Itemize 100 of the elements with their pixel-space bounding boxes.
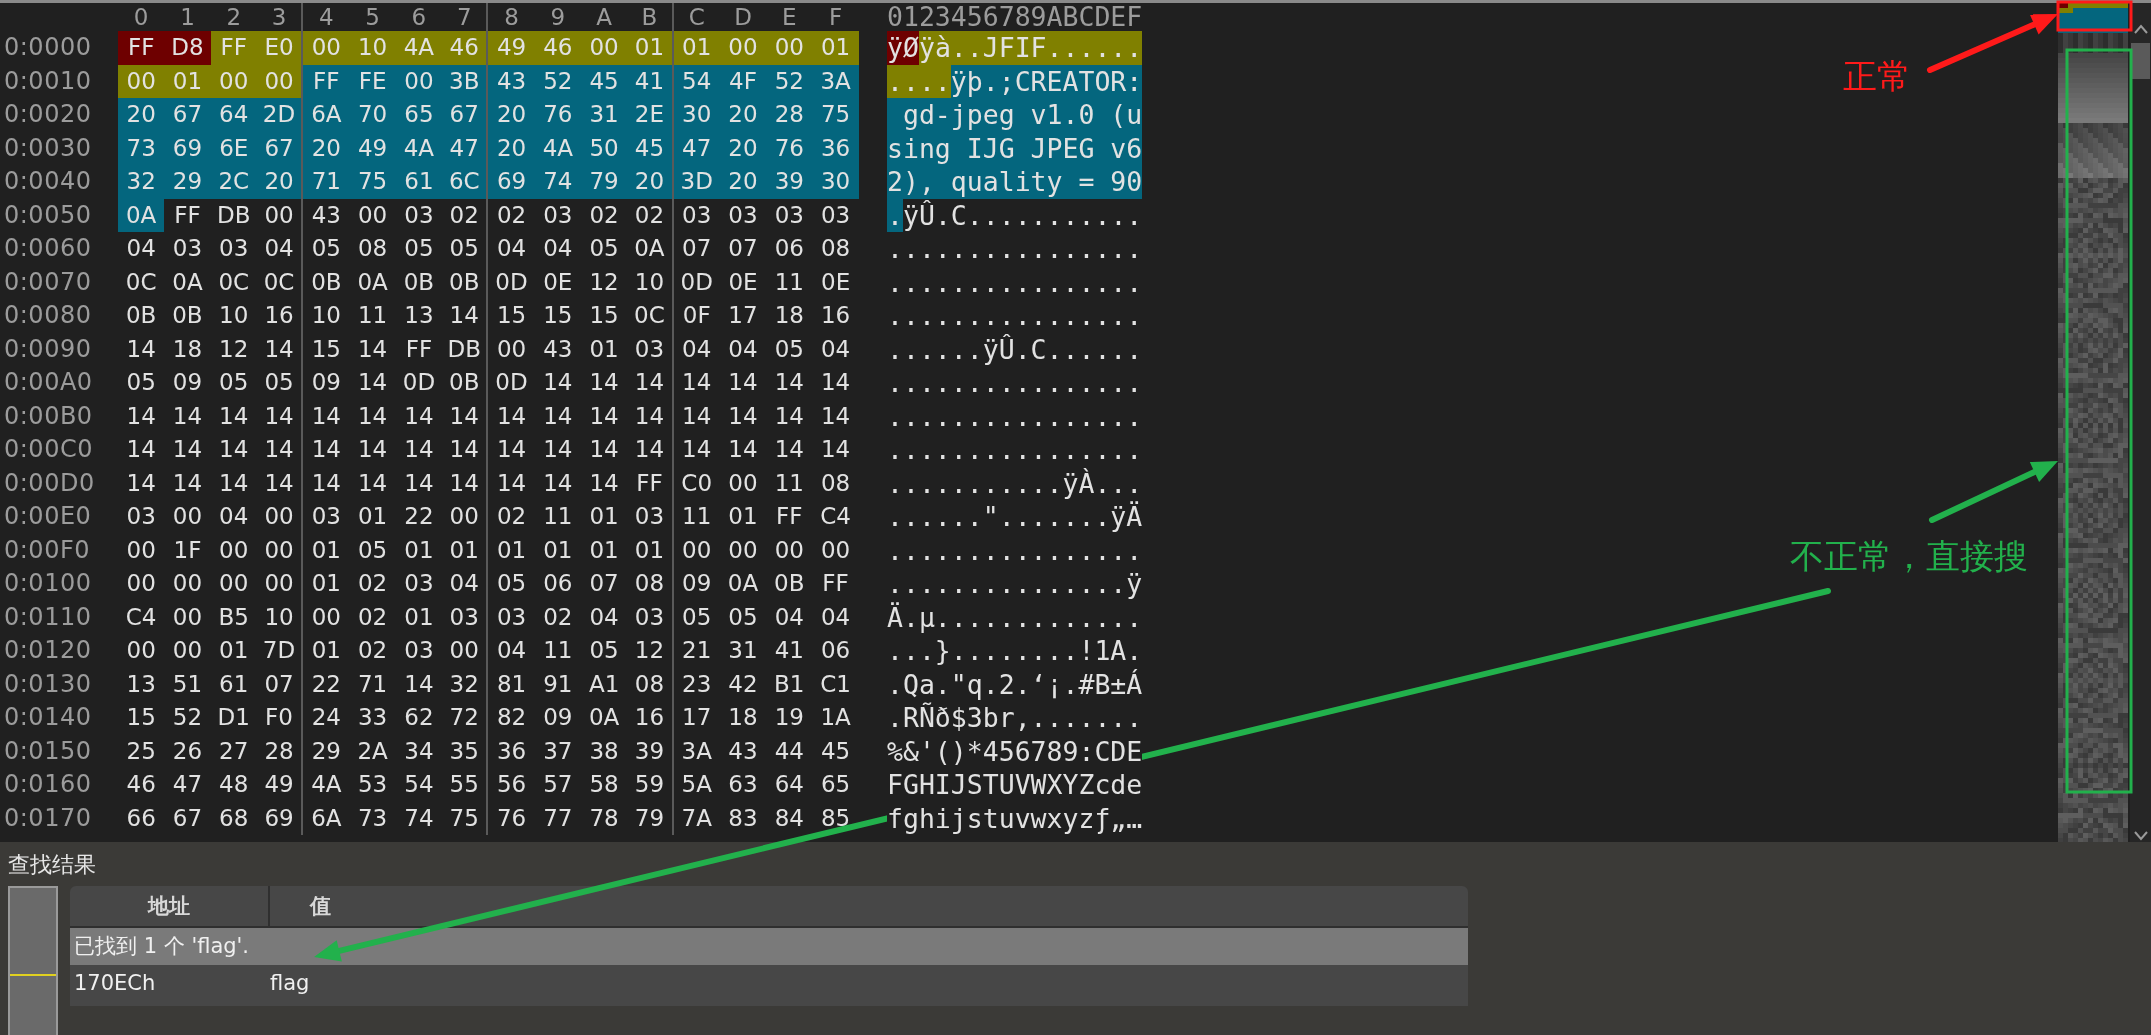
hex-byte: 14 [442, 299, 489, 333]
hex-byte: 20 [310, 133, 342, 163]
hex-byte: 04 [727, 334, 759, 364]
hex-byte: DB [442, 332, 489, 366]
hex-byte: 04 [773, 602, 805, 632]
hex-byte: 64 [773, 770, 805, 799]
hex-byte: 05 [588, 636, 620, 665]
hex-byte: 28 [773, 100, 805, 129]
hex-byte: 14 [495, 401, 528, 431]
hex-byte: 03 [681, 200, 713, 230]
hex-byte: C4 [819, 502, 852, 531]
hex-byte: 0D [401, 368, 437, 397]
hex-byte: 04 [588, 602, 620, 632]
hex-byte: D8 [170, 33, 205, 62]
hex-byte: 03 [442, 600, 489, 634]
hex-byte: 6E [218, 133, 250, 163]
hex-byte: 64 [218, 100, 250, 129]
ascii-text: FGHIJSTUVWXYZcde [887, 768, 1143, 802]
column-header: 9 [549, 3, 567, 31]
hex-byte: 0A [726, 569, 760, 598]
hex-byte: 00 [588, 33, 620, 62]
annotation-label: 不正常，直接搜 [1790, 536, 2028, 576]
table-cell-text: flag [270, 970, 310, 997]
hex-byte: 52 [542, 66, 574, 96]
ascii-text: ÿØ [887, 31, 919, 65]
hex-byte: 01 [357, 502, 389, 531]
hex-byte: 14 [256, 332, 304, 366]
column-header: A [595, 3, 613, 31]
hex-byte: 11 [773, 267, 805, 297]
hex-byte: 01 [442, 533, 489, 567]
hex-byte: 00 [357, 200, 389, 230]
hex-byte: 17 [727, 301, 759, 330]
hex-byte: 29 [310, 736, 342, 766]
hex-byte: 14 [357, 368, 389, 397]
hex-byte: 07 [727, 234, 759, 263]
hex-byte: 14 [819, 368, 852, 397]
hex-byte: 49 [495, 33, 528, 62]
hex-byte: 05 [256, 366, 304, 400]
hex-byte: 00 [819, 535, 852, 565]
row-offset: 0:00A0 [3, 367, 94, 398]
hex-byte: 01 [588, 502, 620, 531]
hex-byte: 14 [542, 401, 574, 431]
row-offset: 0:0130 [3, 668, 93, 700]
hex-byte: 01 [588, 334, 620, 364]
hex-byte: 52 [773, 66, 805, 96]
hex-byte: 14 [403, 435, 435, 464]
hex-byte: 03 [627, 600, 674, 634]
hex-byte: 26 [171, 736, 204, 766]
hex-byte: 3D [679, 167, 714, 196]
hex-byte: 00 [442, 634, 489, 668]
hex-byte: C1 [819, 669, 852, 699]
hex-byte: 0C [256, 265, 304, 299]
hex-byte: 4A [402, 33, 436, 62]
hex-byte: 01 [310, 535, 342, 565]
column-header[interactable]: 地址 [70, 886, 270, 926]
hex-byte: FF [126, 33, 156, 62]
ascii-text: sing IJG JPEG v6 [887, 131, 1143, 165]
hex-byte: FF [404, 334, 434, 364]
hex-byte: 61 [403, 167, 435, 196]
hex-byte: 14 [727, 368, 759, 397]
column-header: 2 [225, 3, 243, 31]
hex-byte: 15 [310, 334, 342, 364]
row-offset: 0:0100 [3, 568, 93, 599]
scroll-thumb[interactable] [2131, 43, 2150, 79]
hex-byte: 05 [357, 535, 389, 565]
hex-byte: 14 [125, 435, 157, 464]
hex-byte: 74 [542, 167, 574, 196]
row-offset: 0:0110 [3, 601, 93, 633]
hex-byte: 20 [727, 167, 759, 196]
column-header: E [781, 3, 798, 31]
hex-byte: 02 [442, 198, 489, 232]
hex-byte: 4A [402, 133, 436, 163]
slider-control[interactable] [8, 886, 58, 1035]
hex-byte: 02 [588, 200, 620, 230]
ascii-text: 2), quality = 90 [887, 165, 1143, 199]
hex-byte: FF [775, 502, 804, 531]
hex-byte: 03 [542, 200, 574, 230]
hex-byte: 22 [310, 669, 342, 699]
hex-byte: 14 [310, 468, 342, 498]
hex-byte: 37 [542, 736, 574, 766]
hex-byte: 04 [495, 636, 528, 665]
hex-byte: 30 [681, 100, 713, 129]
column-header[interactable]: 值 [270, 886, 331, 926]
row-offset: 0:0140 [3, 702, 93, 733]
hex-byte: 00 [125, 636, 157, 665]
hex-byte: 48 [218, 770, 250, 799]
hex-byte: 49 [256, 768, 304, 802]
hex-byte: 0B [442, 265, 489, 299]
hex-byte: 4F [728, 66, 758, 96]
result-row[interactable]: 已找到 1 个 'flag'. [70, 928, 1468, 965]
hex-byte: 20 [627, 165, 674, 199]
hex-byte: 00 [218, 66, 250, 96]
column-header: 6 [410, 3, 428, 31]
hex-byte: 02 [357, 636, 389, 665]
hex-byte: 00 [310, 33, 342, 62]
hex-byte: 36 [819, 133, 852, 163]
hex-byte: 14 [357, 401, 389, 431]
hex-byte: 11 [542, 502, 574, 531]
hex-byte: 04 [819, 602, 852, 632]
hex-byte: 29 [171, 167, 204, 196]
